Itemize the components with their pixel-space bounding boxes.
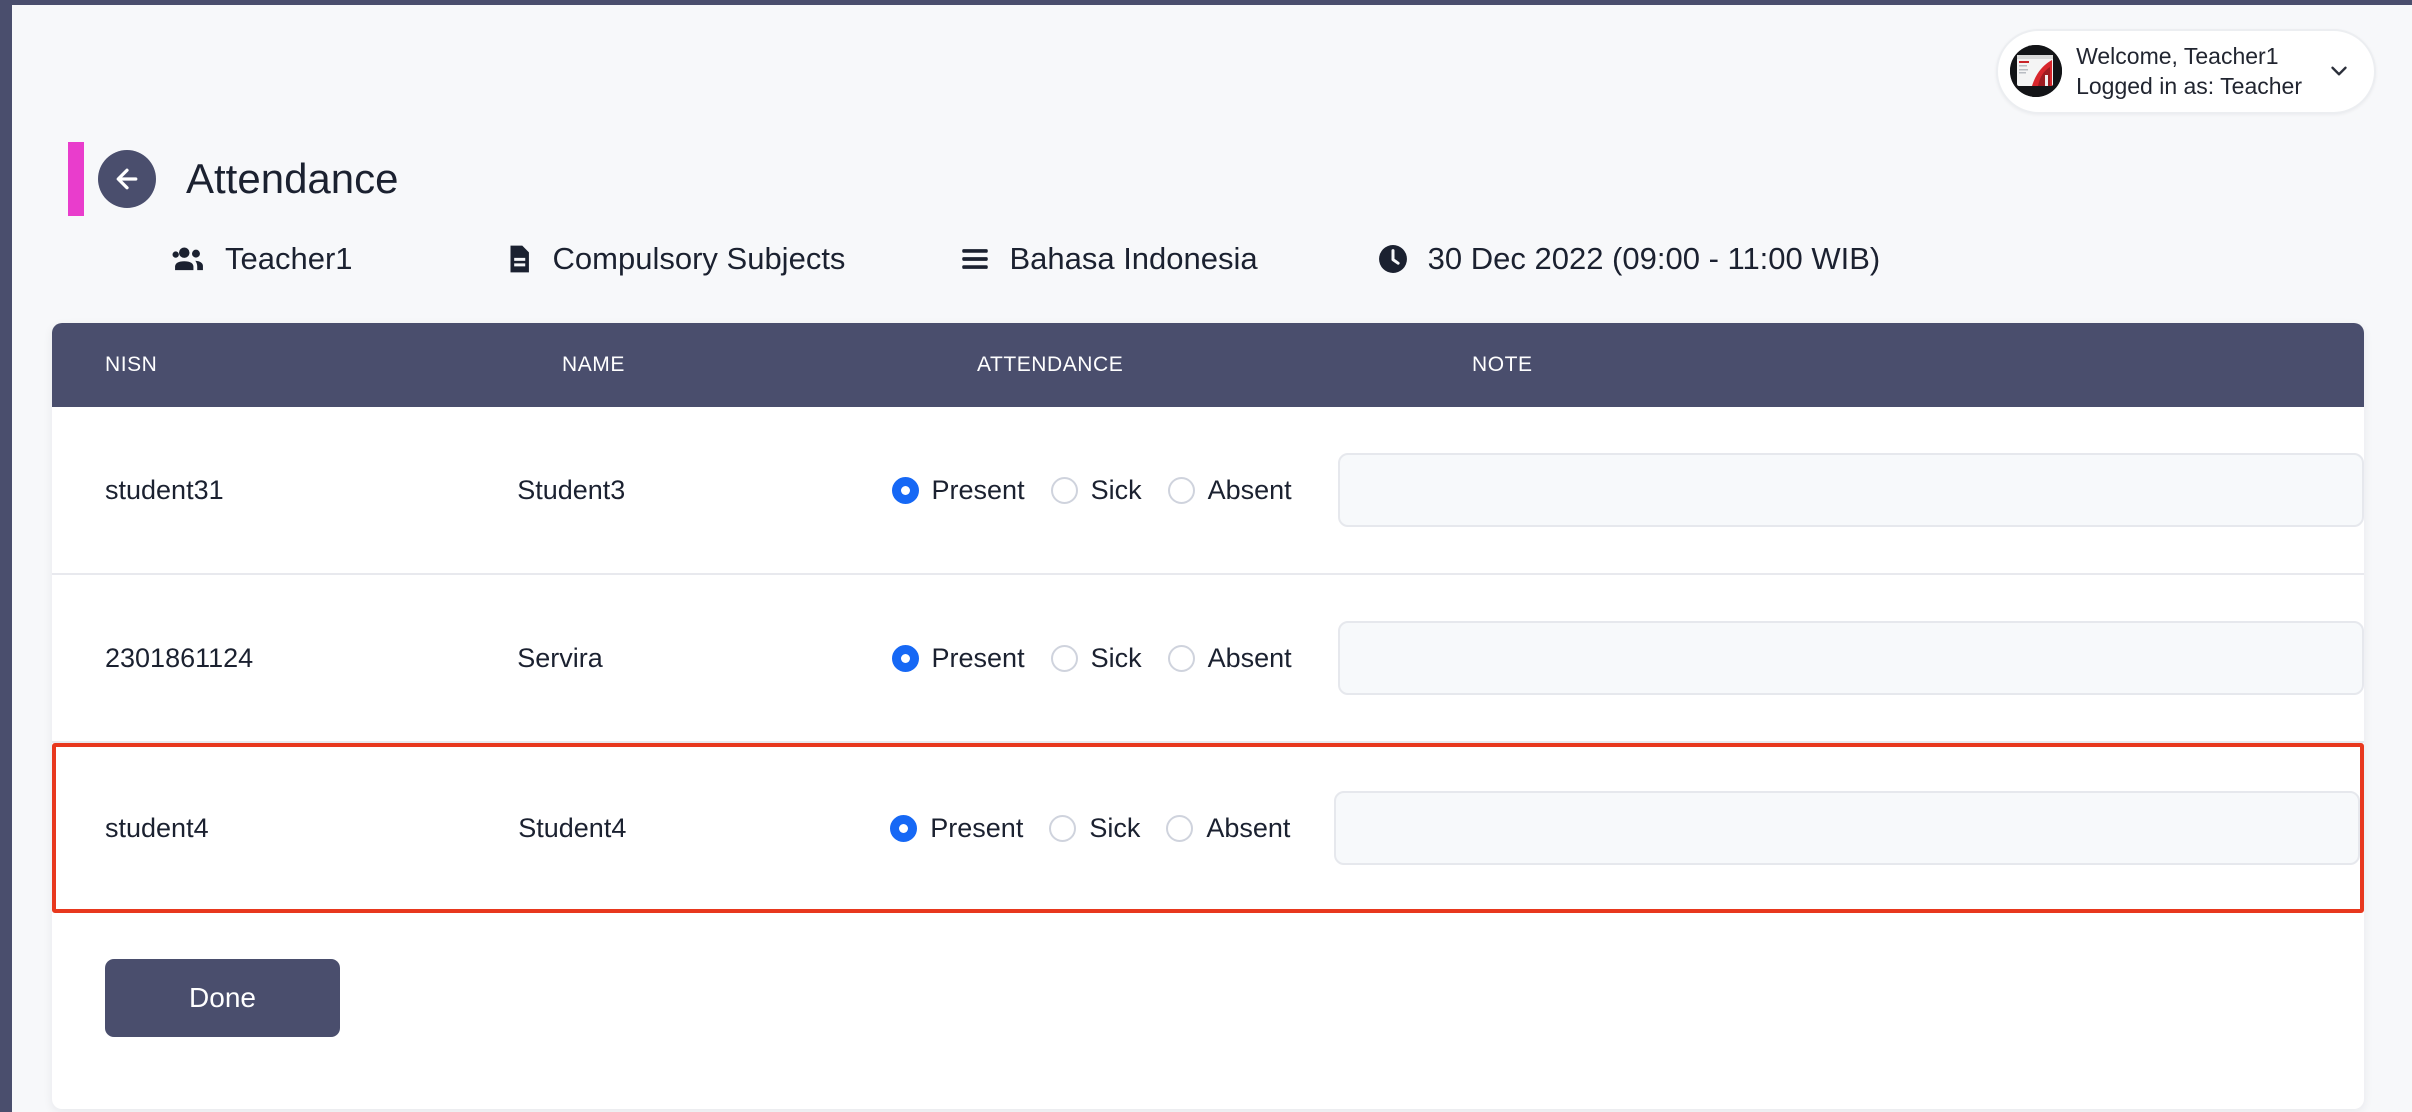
card-footer: Done	[52, 913, 2364, 1037]
table-header-row: NISN NAME ATTENDANCE NOTE	[52, 323, 2364, 407]
radio-sick[interactable]	[1050, 644, 1078, 672]
column-header-note: NOTE	[1472, 353, 1533, 376]
cell-note	[1338, 453, 2364, 527]
back-button[interactable]	[98, 150, 156, 208]
meta-label-schedule: 30 Dec 2022 (09:00 - 11:00 WIB)	[1427, 241, 1881, 276]
arrow-left-icon	[116, 168, 138, 190]
cell-note	[1334, 791, 2360, 865]
table-body: student31 Student3 Present Sick Absent 230186…	[52, 407, 2364, 913]
table-row: student31 Student3 Present Sick Absent	[52, 407, 2364, 575]
clock-icon	[1375, 241, 1411, 277]
column-header-name: NAME	[562, 353, 625, 376]
cell-name: Student3	[517, 474, 626, 505]
chevron-down-icon[interactable]	[2326, 58, 2352, 84]
radio-sick[interactable]	[1049, 814, 1077, 842]
list-icon	[958, 242, 992, 276]
radio-present[interactable]	[890, 814, 918, 842]
cell-name: Student4	[518, 812, 627, 843]
meta-item-subject-type: Compulsory Subjects	[502, 241, 846, 277]
radio-absent[interactable]	[1166, 814, 1194, 842]
people-icon	[170, 240, 208, 278]
cell-attendance: Present Sick Absent	[891, 474, 1338, 506]
radio-present[interactable]	[891, 644, 919, 672]
cell-attendance: Present Sick Absent	[891, 642, 1338, 674]
meta-label-subject: Bahasa Indonesia	[1009, 241, 1258, 276]
radio-label-present: Present	[931, 474, 1025, 505]
attendance-radio-group: Present Sick Absent	[891, 474, 1338, 506]
radio-label-absent: Absent	[1207, 474, 1292, 505]
user-role-text: Logged in as: Teacher	[2076, 73, 2302, 100]
user-avatar	[2010, 45, 2063, 98]
attendance-option-absent[interactable]: Absent	[1166, 813, 1290, 844]
attendance-option-sick[interactable]: Sick	[1049, 813, 1140, 844]
accent-bar	[68, 142, 84, 216]
radio-label-present: Present	[930, 812, 1024, 843]
user-welcome-text: Welcome, Teacher1	[2076, 43, 2279, 69]
meta-label-subject-type: Compulsory Subjects	[552, 241, 846, 276]
attendance-card: NISN NAME ATTENDANCE NOTE student31 Stude…	[52, 323, 2364, 1109]
lesson-meta-row: Teacher1 Compulsory Subjects Bahasa Indo…	[170, 233, 1880, 285]
radio-sick[interactable]	[1050, 476, 1078, 504]
page-title: Attendance	[186, 155, 399, 202]
column-header-nisn: NISN	[105, 353, 158, 376]
note-input[interactable]	[1334, 791, 2360, 865]
note-input[interactable]	[1338, 621, 2364, 695]
radio-label-present: Present	[931, 642, 1025, 673]
attendance-radio-group: Present Sick Absent	[891, 642, 1338, 674]
radio-label-sick: Sick	[1090, 642, 1142, 673]
cell-name: Servira	[517, 642, 603, 673]
cell-note	[1338, 621, 2364, 695]
table-row: 2301861124 Servira Present Sick Absent	[52, 575, 2364, 743]
column-header-attendance: ATTENDANCE	[977, 353, 1124, 376]
user-chip-text: Welcome, Teacher1 Logged in as: Teacher	[2076, 41, 2302, 102]
attendance-option-sick[interactable]: Sick	[1050, 642, 1142, 674]
cell-nisn: student31	[105, 474, 224, 505]
radio-label-absent: Absent	[1207, 642, 1292, 673]
meta-item-schedule: 30 Dec 2022 (09:00 - 11:00 WIB)	[1375, 241, 1881, 277]
page-root: Welcome, Teacher1 Logged in as: Teacher …	[12, 5, 2412, 1112]
done-button[interactable]: Done	[105, 959, 340, 1037]
attendance-option-present[interactable]: Present	[890, 813, 1023, 844]
left-side-rail	[0, 0, 12, 1112]
meta-label-teacher: Teacher1	[225, 241, 353, 276]
cell-attendance: Present Sick Absent	[890, 813, 1334, 844]
cell-nisn: student4	[105, 812, 209, 843]
document-icon	[502, 242, 536, 276]
attendance-option-sick[interactable]: Sick	[1050, 474, 1142, 506]
radio-label-absent: Absent	[1206, 812, 1291, 843]
radio-present[interactable]	[891, 476, 919, 504]
radio-absent[interactable]	[1167, 644, 1195, 672]
table-row: student4 Student4 Present Sick Absent	[52, 743, 2364, 913]
attendance-option-absent[interactable]: Absent	[1167, 642, 1292, 674]
page-header: Attendance	[68, 142, 399, 216]
radio-absent[interactable]	[1167, 476, 1195, 504]
attendance-option-present[interactable]: Present	[891, 642, 1025, 674]
attendance-option-absent[interactable]: Absent	[1167, 474, 1292, 506]
cell-nisn: 2301861124	[105, 642, 254, 673]
meta-item-teacher: Teacher1	[170, 240, 353, 278]
meta-item-subject: Bahasa Indonesia	[958, 241, 1258, 277]
attendance-radio-group: Present Sick Absent	[890, 813, 1334, 844]
radio-label-sick: Sick	[1089, 812, 1141, 843]
radio-label-sick: Sick	[1090, 474, 1142, 505]
user-profile-chip[interactable]: Welcome, Teacher1 Logged in as: Teacher	[1996, 29, 2376, 114]
attendance-option-present[interactable]: Present	[891, 474, 1025, 506]
note-input[interactable]	[1338, 453, 2364, 527]
